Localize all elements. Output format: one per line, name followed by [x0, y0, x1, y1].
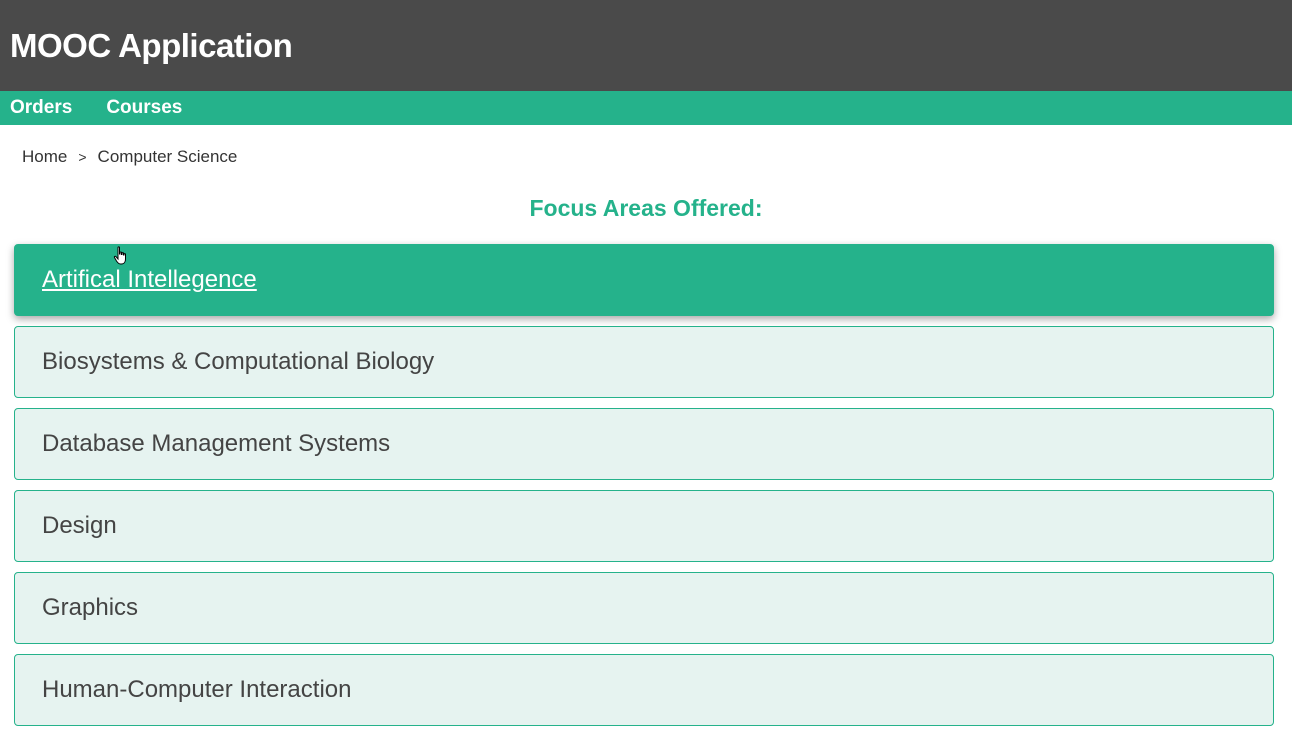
focus-area-label[interactable]: Artifical Intellegence — [42, 266, 257, 294]
nav-link-orders[interactable]: Orders — [10, 97, 72, 119]
breadcrumb: Home > Computer Science — [22, 147, 237, 167]
focus-area-label: Biosystems & Computational Biology — [42, 348, 435, 375]
app-title: MOOC Application — [10, 26, 293, 64]
focus-area-label: Database Management Systems — [42, 430, 391, 457]
breadcrumb-home-link[interactable]: Home — [22, 147, 67, 167]
nav-link-courses[interactable]: Courses — [106, 97, 182, 119]
focus-area-biosystems[interactable]: Biosystems & Computational Biology — [14, 326, 1274, 398]
breadcrumb-separator: > — [78, 149, 87, 165]
page-title: Focus Areas Offered: — [529, 195, 763, 221]
focus-area-hci[interactable]: Human-Computer Interaction — [14, 654, 1274, 726]
app-header: MOOC Application — [0, 0, 1292, 91]
focus-area-artificial-intelligence[interactable]: Artifical Intellegence — [14, 244, 1274, 316]
focus-area-design[interactable]: Design — [14, 490, 1274, 562]
focus-area-database-management[interactable]: Database Management Systems — [14, 408, 1274, 480]
focus-area-list: Artifical Intellegence Biosystems & Comp… — [14, 244, 1274, 736]
focus-area-label: Design — [42, 512, 117, 539]
nav-bar: Orders Courses — [0, 91, 1292, 125]
breadcrumb-current: Computer Science — [97, 147, 238, 166]
focus-area-label: Graphics — [42, 594, 139, 621]
focus-area-graphics[interactable]: Graphics — [14, 572, 1274, 644]
